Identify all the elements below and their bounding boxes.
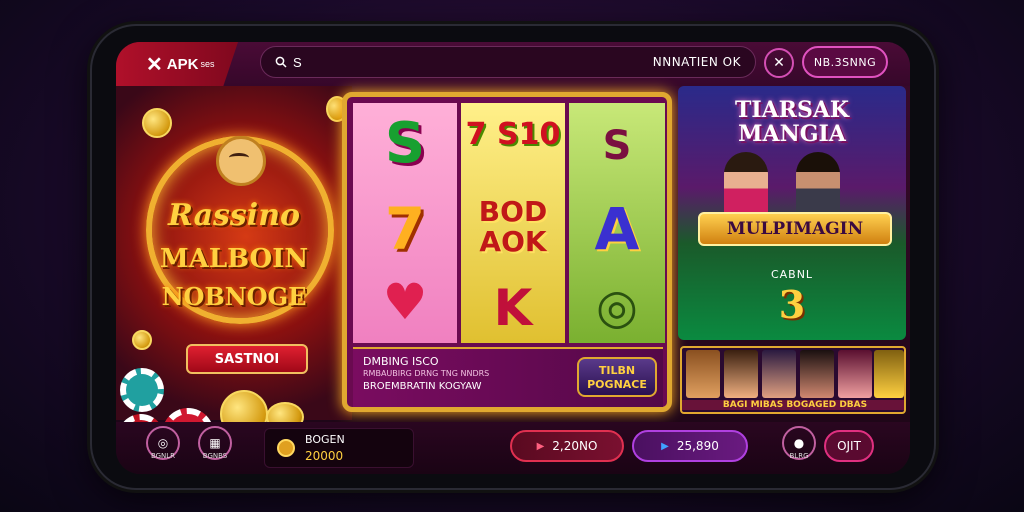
multiplayer-title-line1: TIARSAK — [734, 97, 850, 123]
slot-machine-card[interactable]: S 7 ♥ 7 S10 BOD AOK K S A ◎ DMBING ISCO … — [342, 92, 672, 412]
slot-reel-3: S A ◎ — [569, 103, 665, 343]
slots-icon: ▦ — [209, 436, 221, 450]
play-arrow-icon: ▶ — [536, 440, 545, 452]
game-thumbnail[interactable] — [686, 350, 720, 398]
game-thumbnail[interactable] — [800, 350, 834, 398]
multiplayer-banner: MULPIMAGIN — [698, 212, 892, 246]
slot-info-description: BROEMBRATIN KOGYAW — [363, 381, 482, 392]
coin-icon — [277, 439, 295, 457]
game-thumbnail[interactable] — [838, 350, 872, 398]
app-screen: ✕ APK ses S NNNATIEN OK ✕ NB.3SNNG Rassi… — [116, 42, 910, 474]
reel-symbol: 7 S10 — [465, 117, 561, 152]
coin-icon — [132, 330, 152, 350]
win-button-label: 25,890 — [676, 439, 719, 453]
close-button[interactable]: ✕ — [764, 48, 794, 78]
reel-symbol: A — [594, 195, 640, 263]
user-icon: ● — [793, 436, 805, 450]
search-icon — [275, 56, 287, 68]
search-status: NNNATIEN OK — [652, 55, 741, 69]
promo-title-line1: Rassino — [167, 198, 301, 233]
promo-title-line3: NOBNOGE — [161, 282, 307, 311]
reel-symbol: ◎ — [596, 279, 638, 335]
balance-value: 20000 — [305, 449, 344, 463]
balance-display: BOGEN 20000 — [264, 428, 414, 468]
reel-symbol: 7 — [384, 195, 426, 263]
reel-symbol: S — [602, 123, 632, 169]
multiplayer-title: TIARSAK MANGIA — [678, 98, 906, 146]
slot-info-title: DMBING ISCO — [363, 355, 439, 368]
header-pill-button[interactable]: NB.3SNNG — [802, 46, 888, 78]
slot-reel-2: 7 S10 BOD AOK K — [461, 103, 565, 343]
search-placeholder: S — [293, 54, 302, 70]
logo-x-icon: ✕ — [146, 53, 163, 76]
balance-label: BOGEN — [305, 433, 345, 446]
reel-symbol: S — [384, 111, 426, 176]
game-thumbnail[interactable] — [762, 350, 796, 398]
close-icon: ✕ — [773, 55, 785, 71]
user-label: BLRG — [789, 452, 809, 460]
game-thumbnail[interactable] — [724, 350, 758, 398]
slot-badge[interactable]: TILBN POGNACE — [577, 357, 657, 397]
reel-symbol: ♥ — [382, 273, 428, 331]
promo-title-line2: MALBOIN — [159, 244, 309, 274]
exit-button[interactable]: OJIT — [824, 430, 874, 462]
mascot-icon — [216, 136, 266, 186]
multiplayer-title-line2: MANGIA — [738, 121, 846, 147]
play-arrow-icon: ▶ — [661, 440, 669, 452]
player-avatar — [724, 152, 768, 218]
bet-button[interactable]: ▶ 2,20NO — [510, 430, 624, 462]
promo-play-button[interactable]: SASTNOI — [186, 344, 308, 374]
player-avatar — [796, 152, 840, 218]
casino-promo-panel[interactable]: Rassino MALBOIN NOBNOGE SASTNOI — [116, 86, 352, 460]
win-button[interactable]: ▶ 25,890 — [632, 430, 748, 462]
slot-info-panel: DMBING ISCO RMBAUBIRG DRNG TNG NNDRS BRO… — [353, 347, 663, 407]
poker-chip-icon — [120, 368, 164, 412]
logo-subtext: ses — [200, 59, 215, 69]
multiplayer-card[interactable]: TIARSAK MANGIA MULPIMAGIN CABNL 3 — [678, 86, 906, 340]
thumbnails-label: BAGI MIBAS BOGAGED DBAS — [682, 400, 904, 410]
slot-reel-1: S 7 ♥ — [353, 103, 457, 343]
logo-text: APK — [166, 55, 199, 73]
reel-symbol: BOD AOK — [478, 195, 548, 258]
chip-icon: ◎ — [157, 436, 169, 450]
search-input[interactable]: S NNNATIEN OK — [260, 46, 756, 78]
slot-info-subtitle: RMBAUBIRG DRNG TNG NNDRS — [363, 369, 490, 378]
bet-button-label: 2,20NO — [552, 439, 598, 453]
multiplayer-score: 3 — [778, 282, 806, 327]
bottom-nav-label-2: BGNBS — [202, 452, 228, 460]
game-thumbnail[interactable] — [874, 350, 904, 398]
bottom-bar: ◎ BGNLR ▦ BGNBS BOGEN 20000 ▶ 2,20NO ▶ 2… — [116, 422, 910, 474]
top-bar: ✕ APK ses S NNNATIEN OK ✕ NB.3SNNG — [116, 42, 910, 86]
bottom-nav-label-1: BGNLR — [150, 452, 176, 460]
game-thumbnails-strip[interactable]: BAGI MIBAS BOGAGED DBAS — [680, 346, 906, 414]
app-logo[interactable]: ✕ APK ses — [116, 42, 238, 86]
coin-icon — [142, 108, 172, 138]
multiplayer-caption: CABNL — [770, 268, 814, 281]
reel-symbol: K — [493, 279, 533, 337]
